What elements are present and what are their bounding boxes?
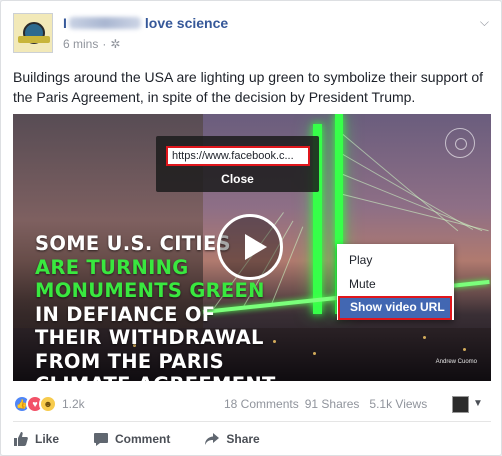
viewer-avatar[interactable]: [452, 396, 469, 413]
comment-icon: [94, 433, 109, 446]
haha-reaction-icon: ☻: [39, 395, 57, 413]
avatar-banner: [18, 36, 50, 43]
video-player[interactable]: SOME U.S. CITIES ARE TURNING MONUMENTS G…: [13, 114, 491, 381]
play-icon[interactable]: [217, 214, 283, 280]
like-label: Like: [35, 432, 60, 446]
city-light: [313, 352, 316, 355]
video-url-popup: https://www.facebook.c... Close: [156, 136, 319, 192]
context-menu-show-video-url[interactable]: Show video URL: [338, 296, 452, 320]
context-menu-play[interactable]: Play: [337, 248, 454, 272]
headline-line: MONUMENTS GREEN: [35, 279, 265, 302]
post-text: Buildings around the USA are lighting up…: [13, 69, 484, 105]
page-avatar[interactable]: [13, 13, 53, 53]
page-name-prefix: I: [63, 15, 67, 31]
redacted-word: [68, 17, 141, 29]
views-count[interactable]: 5.1k Views: [369, 397, 427, 411]
post-options-chevron-icon[interactable]: ⌵: [480, 15, 489, 30]
comment-label: Comment: [115, 432, 171, 446]
gear-icon[interactable]: ✲: [110, 37, 120, 51]
action-bar: Like Comment Share: [13, 431, 491, 447]
post-meta: 6 mins · ✲: [63, 37, 121, 51]
reaction-summary[interactable]: 👍 ♥ ☻ 1.2k: [13, 395, 85, 413]
share-button[interactable]: Share: [204, 431, 260, 447]
shares-count[interactable]: 91 Shares: [305, 397, 360, 411]
share-label: Share: [226, 432, 260, 446]
video-credit: Andrew Cuomo: [435, 359, 477, 365]
post-card: Ilove science 6 mins · ✲ ⌵ Buildings aro…: [0, 0, 502, 456]
watermark-logo-icon: [445, 128, 475, 158]
post-timestamp[interactable]: 6 mins: [63, 37, 98, 51]
thumbs-up-icon: [14, 432, 28, 446]
city-light: [423, 336, 426, 339]
page-name-link[interactable]: Ilove science: [63, 15, 228, 31]
headline-line: IN DEFIANCE OF: [35, 302, 216, 326]
page-name-suffix: love science: [144, 15, 229, 31]
share-icon: [205, 433, 220, 445]
viewer-chevron-down-icon[interactable]: ▼: [473, 398, 483, 409]
comment-button[interactable]: Comment: [93, 431, 170, 447]
divider: [13, 421, 491, 422]
engagement-stats: 18 Comments 91 Shares 5.1k Views: [224, 397, 427, 411]
like-button[interactable]: Like: [13, 431, 59, 447]
close-url-popup-button[interactable]: Close: [156, 172, 319, 186]
video-context-menu: Play Mute Show video URL: [337, 244, 454, 320]
headline-line: FROM THE PARIS: [35, 349, 224, 373]
comments-count[interactable]: 18 Comments: [224, 397, 299, 411]
video-url-field[interactable]: https://www.facebook.c...: [166, 146, 310, 166]
context-menu-mute[interactable]: Mute: [337, 272, 454, 296]
reaction-count[interactable]: 1.2k: [62, 397, 85, 411]
city-light: [463, 348, 466, 351]
headline-line: CLIMATE AGREEMENT.: [35, 373, 280, 381]
headline-line: THEIR WITHDRAWAL: [35, 326, 264, 349]
